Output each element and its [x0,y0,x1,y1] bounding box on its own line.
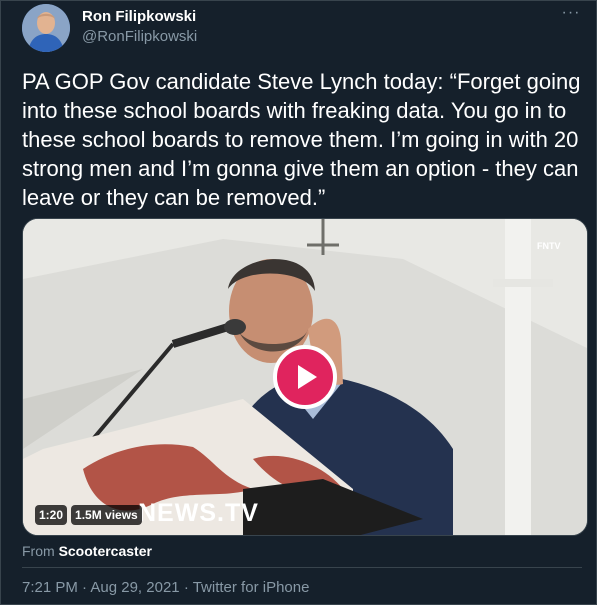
corner-logo: FNTV [537,241,561,251]
meta-separator: · [183,579,189,596]
more-dots-icon[interactable]: ··· [560,5,582,24]
play-button[interactable] [273,345,337,409]
duration-badge: 1:20 [35,505,68,525]
tweet-card[interactable]: Ron Filipkowski @RonFilipkowski ··· PA G… [0,0,597,605]
tweet-header: Ron Filipkowski @RonFilipkowski ··· [22,4,582,54]
tweet-text: PA GOP Gov candidate Steve Lynch today: … [22,69,581,210]
play-icon [298,365,317,389]
divider [22,567,582,568]
source-prefix: From [22,543,55,559]
tweet-client[interactable]: Twitter for iPhone [193,579,310,596]
views-badge: 1.5M views [71,505,142,525]
video-badges: 1:20 1.5M views [35,505,142,525]
author-handle[interactable]: @RonFilipkowski [82,28,197,45]
avatar[interactable] [22,4,70,52]
video-watermark: NEWS.TV [138,499,259,527]
video-player[interactable]: FNTV NEWS.TV 1:20 1.5M views [22,218,588,536]
tweet-time[interactable]: 7:21 PM [22,579,78,596]
source-account-link[interactable]: Scootercaster [59,543,152,559]
author-name[interactable]: Ron Filipkowski [82,8,196,25]
tweet-meta: 7:21 PM · Aug 29, 2021 · Twitter for iPh… [22,579,309,596]
tweet-date[interactable]: Aug 29, 2021 [90,579,179,596]
media-source: From Scootercaster [22,543,152,559]
meta-separator: · [82,579,88,596]
